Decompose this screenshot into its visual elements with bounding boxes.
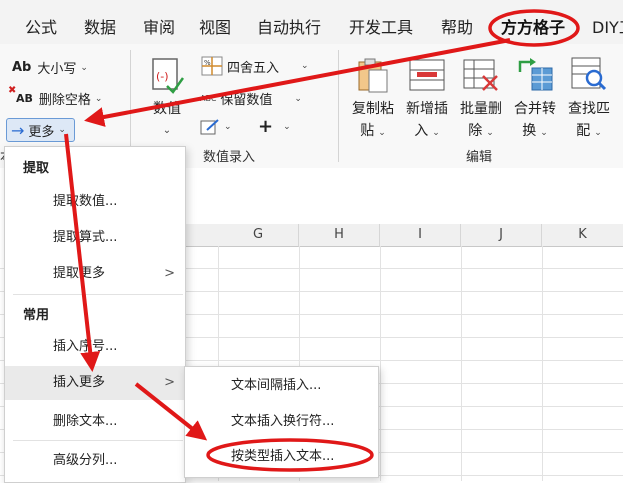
find-match-button[interactable]: [570, 56, 608, 96]
grid-line: [461, 246, 462, 481]
section-common-heading: 常用: [23, 308, 50, 323]
menu-item-insert-by-type[interactable]: 按类型插入文本...: [185, 440, 378, 474]
svg-text:(-): (-): [156, 70, 169, 83]
menu-item-interval-insert[interactable]: 文本间隔插入...: [185, 369, 378, 403]
insert-label: 新增插 入 ⌄: [406, 101, 448, 139]
menu-item-delete-text[interactable]: 删除文本...: [5, 405, 185, 439]
column-header-h[interactable]: H: [299, 224, 380, 247]
add-button[interactable]: + ⌄: [258, 116, 291, 137]
insert-more-submenu: 文本间隔插入... 文本插入换行符... 按类型插入文本...: [184, 366, 379, 478]
more-button[interactable]: → 更多 ⌄: [6, 118, 75, 142]
value-button-label: 数值 ⌄: [151, 98, 183, 142]
case-icon: Ab: [12, 60, 32, 75]
menu-divider: [13, 440, 183, 441]
menu-item-extract-value[interactable]: 提取数值...: [5, 185, 185, 219]
batch-delete-button[interactable]: [463, 58, 499, 96]
column-header-blank: [184, 224, 219, 247]
case-label: 大小写: [37, 62, 77, 77]
tab-review[interactable]: 审阅: [143, 14, 175, 38]
merge-convert-button[interactable]: [516, 56, 554, 96]
arrow-right-icon: →: [11, 120, 25, 140]
menu-item-advanced-split[interactable]: 高级分列...: [5, 444, 185, 478]
chevron-down-icon: ⌄: [80, 62, 88, 73]
merge-convert-icon: [518, 58, 553, 91]
keep-value-button[interactable]: ABC 保留数值 ⌄: [200, 89, 302, 108]
menu-bar: 公式 数据 审阅 视图 自动执行 开发工具 帮助 方方格子 DIY工: [0, 0, 623, 45]
chevron-down-icon: ⌄: [432, 128, 440, 138]
column-header-g[interactable]: G: [218, 224, 299, 247]
chevron-down-icon: ⌄: [540, 128, 548, 138]
column-header-k[interactable]: K: [542, 224, 623, 247]
edit-cell-button[interactable]: ⌄: [200, 118, 232, 136]
more-dropdown-menu: 提取 提取数值... 提取算式... 提取更多 > 常用 插入序号... 插入更…: [4, 146, 186, 483]
chevron-down-icon: ⌄: [294, 93, 302, 104]
group-divider: [338, 50, 339, 162]
tab-data[interactable]: 数据: [84, 14, 116, 38]
chevron-down-icon: ⌄: [283, 121, 291, 132]
find-match-label: 查找匹 配 ⌄: [568, 101, 610, 139]
tab-automate[interactable]: 自动执行: [257, 14, 321, 38]
chevron-down-icon: ⌄: [58, 125, 66, 135]
menu-item-insert-sequence[interactable]: 插入序号...: [5, 330, 185, 364]
section-extract-heading: 提取: [23, 161, 50, 176]
grid-line: [380, 246, 381, 481]
more-label: 更多: [28, 124, 55, 140]
tab-formula[interactable]: 公式: [25, 14, 57, 38]
numeric-group-label: 数值录入: [203, 150, 256, 165]
menu-item-insert-more[interactable]: 插入更多 >: [5, 366, 185, 400]
plus-icon: +: [258, 116, 274, 137]
edit-group-label: 编辑: [466, 150, 493, 165]
tab-help[interactable]: 帮助: [441, 14, 473, 38]
remove-space-icon: ✖ AB: [8, 85, 33, 105]
copy-paste-label: 复制粘 贴 ⌄: [352, 101, 394, 139]
round-icon: %: [201, 56, 223, 76]
tab-view[interactable]: 视图: [199, 14, 231, 38]
menu-item-insert-linebreak[interactable]: 文本插入换行符...: [185, 405, 378, 439]
chevron-down-icon: ⌄: [301, 61, 309, 71]
menu-divider: [13, 294, 183, 295]
menu-item-extract-formula[interactable]: 提取算式...: [5, 221, 185, 255]
column-header-i[interactable]: I: [380, 224, 461, 247]
round-label: 四舍五入: [227, 60, 280, 76]
insert-rows-icon: [409, 59, 445, 91]
chevron-down-icon: ⌄: [224, 122, 232, 132]
merge-convert-label: 合并转 换 ⌄: [514, 101, 556, 139]
tab-diy[interactable]: DIY工: [592, 14, 623, 38]
column-header-j[interactable]: J: [461, 224, 542, 247]
batch-delete-label: 批量删 除 ⌄: [460, 101, 502, 139]
clipboard-icon: [358, 58, 388, 93]
edit-cell-icon: [200, 119, 219, 135]
chevron-down-icon: ⌄: [94, 93, 103, 104]
find-match-icon: [571, 57, 607, 91]
round-button[interactable]: % 四舍五入 ⌄: [201, 56, 309, 76]
grid-line: [542, 246, 543, 481]
remove-space-label: 删除空格: [38, 93, 91, 108]
menu-item-extract-more[interactable]: 提取更多 >: [5, 257, 185, 291]
svg-text:%: %: [204, 59, 211, 67]
chevron-down-icon: ⌄: [378, 128, 386, 138]
chevron-right-icon: >: [164, 266, 175, 281]
remove-space-button[interactable]: ✖ AB 删除空格 ⌄: [8, 85, 103, 108]
insert-button[interactable]: [409, 58, 445, 96]
keep-value-icon: ABC: [200, 94, 217, 103]
batch-delete-icon: [463, 59, 498, 91]
tab-developer[interactable]: 开发工具: [349, 14, 413, 38]
chevron-right-icon: >: [164, 375, 175, 390]
keep-value-label: 保留数值: [220, 93, 273, 108]
chevron-down-icon: ⌄: [486, 128, 494, 138]
value-button[interactable]: (-): [150, 56, 185, 98]
chevron-down-icon: ⌄: [162, 125, 172, 136]
value-icon: (-): [152, 58, 185, 94]
case-button[interactable]: Ab 大小写 ⌄: [12, 58, 88, 77]
copy-paste-button[interactable]: [355, 56, 391, 98]
chevron-down-icon: ⌄: [594, 128, 602, 138]
tab-fangfang[interactable]: 方方格子: [501, 14, 565, 38]
